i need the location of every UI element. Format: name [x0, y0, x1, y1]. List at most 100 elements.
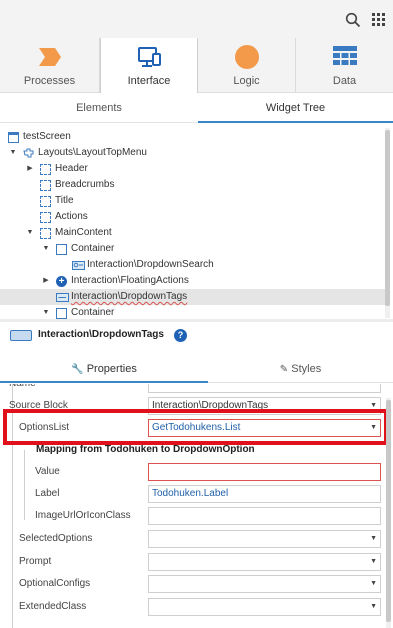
prop-name: Name	[0, 384, 388, 395]
tree-item-header[interactable]: ▶ Header	[0, 161, 385, 177]
tree-item-floating-actions[interactable]: ▶ + Interaction\FloatingActions	[0, 273, 385, 289]
properties-scrollbar[interactable]	[386, 398, 391, 628]
brush-icon: ✎	[279, 364, 289, 375]
tab-logic[interactable]: Logic	[198, 38, 296, 93]
tab-styles[interactable]: ✎ Styles	[208, 355, 393, 383]
widget-tree: testScreen ▼ Layouts\LayoutTopMenu ▶ Hea…	[0, 124, 393, 319]
label-value: Todohuken.Label	[152, 488, 229, 499]
image-url-input[interactable]	[148, 507, 381, 525]
apps-grid-icon[interactable]	[372, 13, 386, 27]
tree-item-label: Container	[71, 243, 115, 254]
tab-interface[interactable]: Interface	[100, 38, 198, 93]
chevron-down-icon: ▼	[370, 603, 377, 610]
tree-item-label: testScreen	[23, 131, 71, 142]
tree-item-test-screen[interactable]: testScreen	[0, 129, 385, 145]
main-tabs: Processes Interface Logic Data	[0, 38, 393, 93]
tree-item-container[interactable]: ▼ Container	[0, 241, 385, 257]
expand-arrow-icon[interactable]: ▼	[41, 305, 51, 319]
container-icon	[56, 308, 67, 319]
expand-arrow-icon[interactable]: ▶	[41, 273, 51, 289]
optional-configs-select[interactable]: ▼	[148, 575, 381, 593]
expand-arrow-icon[interactable]: ▼	[41, 241, 51, 257]
placeholder-icon	[40, 164, 51, 175]
tree-item-label: Actions	[55, 211, 88, 222]
properties-tabs: 🔧 Properties ✎ Styles	[0, 355, 393, 383]
prop-label-row: Label Todohuken.Label	[0, 483, 388, 505]
tree-item-breadcrumbs[interactable]: Breadcrumbs	[0, 177, 385, 193]
tree-item-title[interactable]: Title	[0, 193, 385, 209]
prop-label: Prompt	[19, 556, 52, 567]
prop-label: Label	[35, 488, 60, 499]
prop-label: Name	[9, 384, 36, 395]
prop-label: SelectedOptions	[19, 533, 93, 544]
tree-item-label: Interaction\FloatingActions	[71, 275, 189, 286]
prop-label: OptionalConfigs	[19, 578, 91, 589]
tree-item-actions[interactable]: Actions	[0, 209, 385, 225]
processes-icon	[38, 48, 61, 66]
prop-label: ImageUrlOrIconClass	[35, 510, 131, 521]
block-icon	[23, 148, 34, 158]
tree-scroll-thumb[interactable]	[385, 130, 390, 306]
name-input[interactable]	[148, 384, 381, 393]
prop-image-url: ImageUrlOrIconClass	[0, 505, 388, 527]
prop-selected-options: SelectedOptions ▼	[0, 528, 388, 550]
tree-item-label: Interaction\DropdownTags	[71, 291, 188, 302]
selected-options-select[interactable]: ▼	[148, 530, 381, 548]
tree-item-label: Breadcrumbs	[55, 179, 115, 190]
expand-arrow-icon[interactable]: ▼	[8, 145, 18, 161]
prop-prompt: Prompt ▼	[0, 551, 388, 573]
top-toolbar	[0, 0, 393, 38]
placeholder-icon	[40, 228, 51, 239]
subtab-widget-tree[interactable]: Widget Tree	[198, 93, 393, 123]
dropdown-tags-icon	[10, 330, 32, 341]
tree-item-label: Header	[55, 163, 88, 174]
chevron-down-icon: ▼	[370, 580, 377, 587]
container-icon	[56, 244, 67, 255]
subtab-elements[interactable]: Elements	[0, 93, 198, 123]
plus-circle-icon: +	[56, 276, 67, 287]
interface-icon	[138, 47, 161, 67]
properties-scroll-thumb[interactable]	[386, 400, 391, 622]
prop-label: Value	[35, 466, 60, 477]
dropdown-widget-icon	[72, 261, 85, 270]
placeholder-icon	[40, 180, 51, 191]
tree-scrollbar[interactable]	[385, 128, 390, 318]
tab-processes-label: Processes	[23, 75, 76, 87]
tree-item-layout[interactable]: ▼ Layouts\LayoutTopMenu	[0, 145, 385, 161]
label-input[interactable]: Todohuken.Label	[148, 485, 381, 503]
placeholder-icon	[40, 212, 51, 223]
tree-item-main-content[interactable]: ▼ MainContent	[0, 225, 385, 241]
screen-icon	[8, 132, 19, 143]
help-icon[interactable]: ?	[174, 329, 187, 342]
tree-item-label: Container	[71, 307, 115, 318]
expand-arrow-icon[interactable]: ▼	[25, 225, 35, 241]
tree-item-dropdown-tags[interactable]: Interaction\DropdownTags	[0, 289, 385, 305]
tree-item-label: MainContent	[55, 227, 112, 238]
wrench-icon: 🔧	[71, 364, 84, 375]
dropdown-tags-icon	[56, 293, 69, 302]
tree-item-container-2[interactable]: ▼ Container	[0, 305, 385, 319]
prop-optional-configs: OptionalConfigs ▼	[0, 573, 388, 595]
tab-properties[interactable]: 🔧 Properties	[0, 355, 208, 383]
prompt-select[interactable]: ▼	[148, 553, 381, 571]
selected-widget-name: Interaction\DropdownTags	[38, 329, 164, 340]
tab-interface-label: Interface	[127, 75, 171, 87]
tab-data[interactable]: Data	[296, 38, 393, 93]
chevron-down-icon: ▼	[370, 558, 377, 565]
tab-processes[interactable]: Processes	[0, 38, 100, 93]
chevron-down-icon: ▼	[370, 535, 377, 542]
expand-arrow-icon[interactable]: ▶	[25, 161, 35, 177]
logic-icon	[234, 45, 259, 69]
search-icon[interactable]	[345, 12, 361, 28]
tab-logic-label: Logic	[233, 75, 260, 87]
tab-data-label: Data	[332, 75, 357, 87]
prop-label: ExtendedClass	[19, 601, 87, 612]
tab-properties-label: Properties	[86, 363, 137, 375]
tree-item-dropdown-search[interactable]: Interaction\DropdownSearch	[0, 257, 385, 273]
prop-extended-class: ExtendedClass ▼	[0, 596, 388, 618]
data-icon	[332, 46, 357, 65]
value-input[interactable]	[148, 463, 381, 481]
tree-item-label: Interaction\DropdownSearch	[87, 259, 214, 270]
options-list-highlight	[3, 409, 388, 445]
extended-class-select[interactable]: ▼	[148, 598, 381, 616]
